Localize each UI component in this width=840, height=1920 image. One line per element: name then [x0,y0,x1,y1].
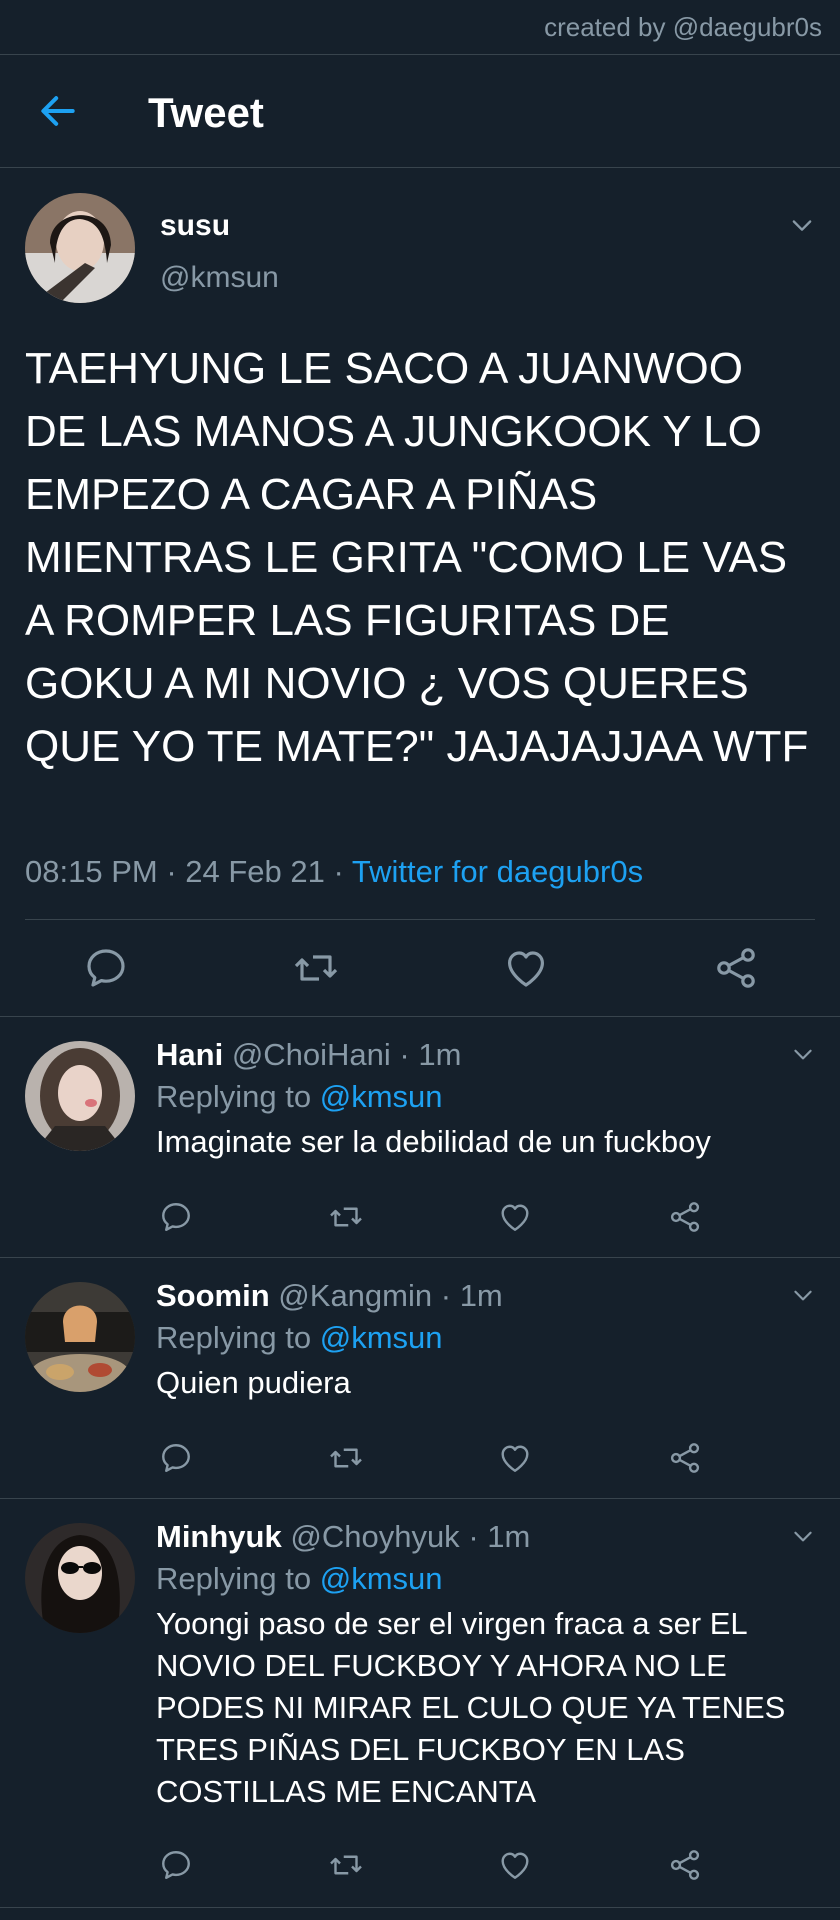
main-tweet: susu @kmsun TAEHYUNG LE SACO A JUANWOO D… [0,169,840,1017]
comment-icon[interactable] [158,1440,194,1476]
chevron-down-icon[interactable] [790,1523,816,1549]
heart-icon[interactable] [502,944,550,992]
meta-separator: · [468,1519,488,1554]
reply-header: Hani @ChoiHani · 1m [156,1037,461,1073]
avatar[interactable] [25,1282,135,1392]
mention-link[interactable]: @kmsun [320,1079,443,1114]
meta-separator: · [166,854,186,889]
retweet-icon[interactable] [292,944,340,992]
meta-separator: · [440,1278,460,1313]
replying-to: Replying to @kmsun [156,1079,443,1115]
retweet-icon[interactable] [328,1199,364,1235]
reply-text: Quien pudiera [156,1365,351,1400]
heart-icon[interactable] [497,1440,533,1476]
back-arrow-icon[interactable] [36,89,80,133]
mention-link[interactable]: @kmsun [320,1561,443,1596]
reply-tweet[interactable]: Soomin @Kangmin · 1m Replying to @kmsun … [0,1258,840,1499]
avatar[interactable] [25,193,135,303]
comment-icon[interactable] [158,1199,194,1235]
heart-icon[interactable] [497,1199,533,1235]
reply-time: 1m [459,1278,503,1313]
divider [25,919,815,920]
tweet-time: 08:15 PM [25,854,158,889]
share-icon[interactable] [712,944,760,992]
replying-label: Replying to [156,1320,312,1355]
retweet-icon[interactable] [328,1440,364,1476]
chevron-down-icon[interactable] [790,1041,816,1067]
comment-icon[interactable] [158,1847,194,1883]
user-handle[interactable]: @kmsun [160,261,279,295]
tweet-date: 24 Feb 21 [185,854,325,889]
reply-header: Minhyuk @Choyhyuk · 1m [156,1519,530,1555]
user-handle[interactable]: @Choyhyuk [290,1519,459,1554]
display-name[interactable]: Soomin [156,1278,270,1313]
replying-to: Replying to @kmsun [156,1561,443,1597]
display-name[interactable]: Hani [156,1037,223,1072]
user-handle[interactable]: @ChoiHani [232,1037,391,1072]
display-name[interactable]: Minhyuk [156,1519,282,1554]
replying-label: Replying to [156,1079,312,1114]
tweet-source-link[interactable]: Twitter for daegubr0s [352,854,643,889]
comment-icon[interactable] [82,944,130,992]
reply-actions [0,1199,840,1239]
top-bar: Tweet [0,55,840,168]
share-icon[interactable] [667,1440,703,1476]
avatar[interactable] [25,1523,135,1633]
reply-time: 1m [418,1037,462,1072]
watermark: created by @daegubr0s [544,12,822,42]
chevron-down-icon[interactable] [788,211,816,239]
chevron-down-icon[interactable] [790,1282,816,1308]
retweet-icon[interactable] [328,1847,364,1883]
tweet-text: TAEHYUNG LE SACO A JUANWOO DE LAS MANOS … [25,344,809,771]
user-handle[interactable]: @Kangmin [278,1278,432,1313]
tweet-actions [0,944,840,992]
share-icon[interactable] [667,1847,703,1883]
reply-header: Soomin @Kangmin · 1m [156,1278,503,1314]
display-name[interactable]: susu [160,209,230,243]
reply-text: Yoongi paso de ser el virgen fraca a ser… [156,1606,786,1809]
share-icon[interactable] [667,1199,703,1235]
heart-icon[interactable] [497,1847,533,1883]
page-title: Tweet [148,89,264,136]
meta-separator: · [399,1037,419,1072]
avatar[interactable] [25,1041,135,1151]
mention-link[interactable]: @kmsun [320,1320,443,1355]
reply-tweet[interactable]: Hani @ChoiHani · 1m Replying to @kmsun I… [0,1017,840,1258]
reply-text: Imaginate ser la debilidad de un fuckboy [156,1124,711,1159]
reply-actions [0,1440,840,1480]
replying-to: Replying to @kmsun [156,1320,443,1356]
reply-actions [0,1847,840,1887]
tweet-meta: 08:15 PM · 24 Feb 21 · Twitter for daegu… [25,854,643,890]
reply-time: 1m [487,1519,531,1554]
reply-tweet[interactable]: Minhyuk @Choyhyuk · 1m Replying to @kmsu… [0,1499,840,1908]
meta-separator: · [333,854,352,889]
replying-label: Replying to [156,1561,312,1596]
